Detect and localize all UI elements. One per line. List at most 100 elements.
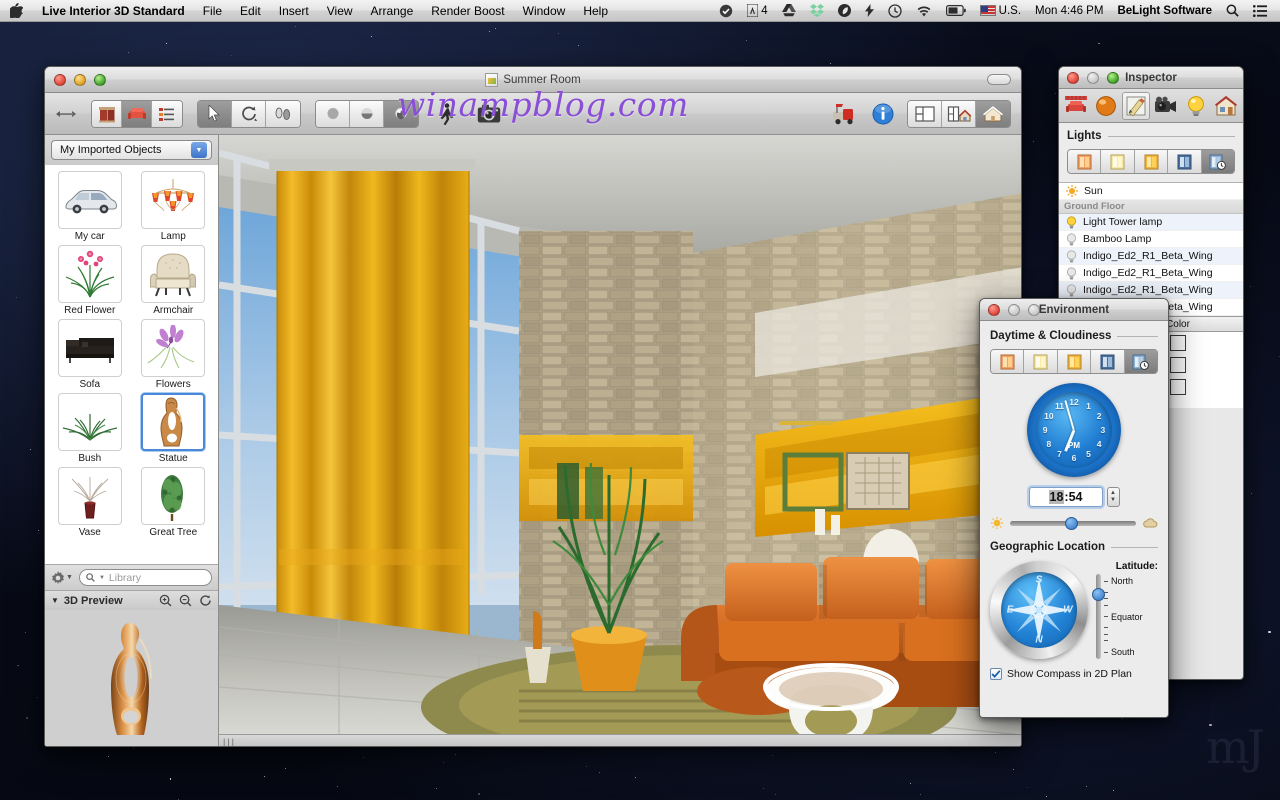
preview-3d-viewport[interactable] [45,610,218,746]
cloudiness-slider[interactable] [1010,516,1136,530]
minimize-button[interactable] [1008,303,1020,316]
flash-icon[interactable] [858,0,881,21]
compass-rose-icon[interactable]: N E S W [990,561,1088,659]
split-view-icon[interactable] [942,100,976,127]
view-3d-house-icon[interactable] [976,100,1010,127]
render-truck-icon[interactable] [831,100,859,128]
phong-shading-icon[interactable] [384,100,418,127]
chevron-down-icon[interactable]: ▼ [191,142,207,158]
library-item-great-tree[interactable]: Great Tree [134,467,214,538]
checkbox[interactable] [990,668,1002,680]
library-item-lamp[interactable]: Lamp [134,171,214,242]
input-source-flag[interactable]: U.S. [973,0,1028,21]
environment-titlebar[interactable]: Environment [980,299,1168,321]
color-swatch[interactable] [1170,357,1186,373]
camera-icon[interactable] [475,100,503,128]
library-item-flowers[interactable]: Flowers [134,319,214,390]
menu-insert[interactable]: Insert [270,0,318,21]
time-machine-icon[interactable] [881,0,909,21]
toolbar-toggle-button[interactable] [987,74,1011,85]
menu-user-name[interactable]: BeLight Software [1110,0,1219,21]
cloudiness-slider-knob[interactable] [1065,516,1079,530]
menu-view[interactable]: View [318,0,362,21]
search-input[interactable]: ▼ Library [78,569,212,586]
evernote-icon[interactable] [831,0,858,21]
inspector-titlebar[interactable]: Inspector [1059,67,1243,89]
menu-edit[interactable]: Edit [231,0,270,21]
battery-icon[interactable] [939,0,973,21]
gear-icon[interactable]: ▼ [51,570,73,585]
stepper-up-icon[interactable]: ▲ [1110,490,1116,497]
zoom-button[interactable] [1028,303,1040,316]
color-swatch[interactable] [1170,335,1186,351]
window-night-icon[interactable] [1091,350,1125,373]
zoom-button[interactable] [94,73,106,86]
light-row-light-tower-lamp[interactable]: Light Tower lamp [1059,214,1243,231]
pan-feet-icon[interactable] [266,100,300,127]
light-row-bamboo-lamp[interactable]: Bamboo Lamp [1059,231,1243,248]
dropbox-icon[interactable] [803,0,831,21]
library-item-sofa[interactable]: Sofa [50,319,130,390]
house-environment-icon[interactable] [1212,92,1240,120]
furniture-tool-icon[interactable] [122,100,152,127]
main-window-titlebar[interactable]: Summer Room [45,67,1021,93]
library-item-red-flower[interactable]: Red Flower [50,245,130,316]
analog-clock[interactable]: 12 1 2 3 4 5 6 7 8 9 10 11 PM [1027,383,1121,477]
rotate-reset-icon[interactable] [199,594,212,607]
menu-file[interactable]: File [194,0,231,21]
category-dropdown[interactable]: My Imported Objects ▼ [51,140,212,160]
color-swatch[interactable] [1170,379,1186,395]
window-night-icon[interactable] [1168,150,1202,173]
window-morning-icon[interactable] [991,350,1025,373]
menu-help[interactable]: Help [574,0,617,21]
search-icon[interactable] [1219,0,1246,21]
window-evening-icon[interactable] [1134,150,1169,173]
window-day-icon[interactable] [1024,350,1058,373]
zoom-in-icon[interactable] [159,594,172,607]
menu-window[interactable]: Window [514,0,575,21]
minimize-button[interactable] [74,73,86,86]
close-button[interactable] [1067,71,1079,84]
flat-shading-icon[interactable] [316,100,350,127]
resize-arrows-icon[interactable] [55,109,77,119]
zoom-out-icon[interactable] [179,594,192,607]
list-icon[interactable] [1246,0,1274,21]
library-item-vase[interactable]: Vase [50,467,130,538]
apple-icon[interactable] [0,3,33,18]
gouraud-shading-icon[interactable] [350,100,384,127]
library-item-statue[interactable]: Statue [134,393,214,464]
adobe-icon[interactable]: 4 [740,0,774,21]
library-item-armchair[interactable]: Armchair [134,245,214,316]
menu-arrange[interactable]: Arrange [362,0,423,21]
preview-header[interactable]: ▼ 3D Preview [45,590,218,610]
object-properties-icon[interactable] [1062,92,1090,120]
time-minutes[interactable]: 54 [1069,490,1083,504]
3d-viewport[interactable]: ||| [219,135,1021,746]
library-item-my-car[interactable]: My car [50,171,130,242]
walk-person-icon[interactable] [433,100,461,128]
light-bulb-icon[interactable] [1182,92,1210,120]
time-hours[interactable]: 18 [1048,490,1065,504]
plan-2d-view-icon[interactable] [908,100,942,127]
close-button[interactable] [988,303,1000,316]
latitude-slider[interactable] [1092,574,1105,659]
window-day-icon[interactable] [1101,150,1135,173]
light-row-indigo-3[interactable]: Indigo_Ed2_R1_Beta_Wing [1059,282,1243,299]
window-morning-icon[interactable] [1068,150,1102,173]
triangle-down-icon[interactable]: ▼ [51,596,59,605]
edit-pencil-icon[interactable] [1122,91,1150,120]
window-evening-icon[interactable] [1057,350,1092,373]
camera-tool-icon[interactable] [1152,92,1180,120]
library-item-bush[interactable]: Bush [50,393,130,464]
arrow-cursor-icon[interactable] [198,100,232,127]
lights-list[interactable]: Sun Ground Floor Light Tower lamp Bamboo… [1059,183,1243,316]
time-input[interactable]: 18:54 [1028,487,1103,507]
light-row-indigo-2[interactable]: Indigo_Ed2_R1_Beta_Wing [1059,265,1243,282]
menu-app-name[interactable]: Live Interior 3D Standard [33,0,194,21]
stepper-down-icon[interactable]: ▼ [1110,497,1116,504]
light-row-indigo-1[interactable]: Indigo_Ed2_R1_Beta_Wing [1059,248,1243,265]
window-clock-icon[interactable] [1124,350,1157,373]
info-icon[interactable] [869,100,897,128]
rotate-icon[interactable] [232,100,266,127]
zoom-button[interactable] [1107,71,1119,84]
